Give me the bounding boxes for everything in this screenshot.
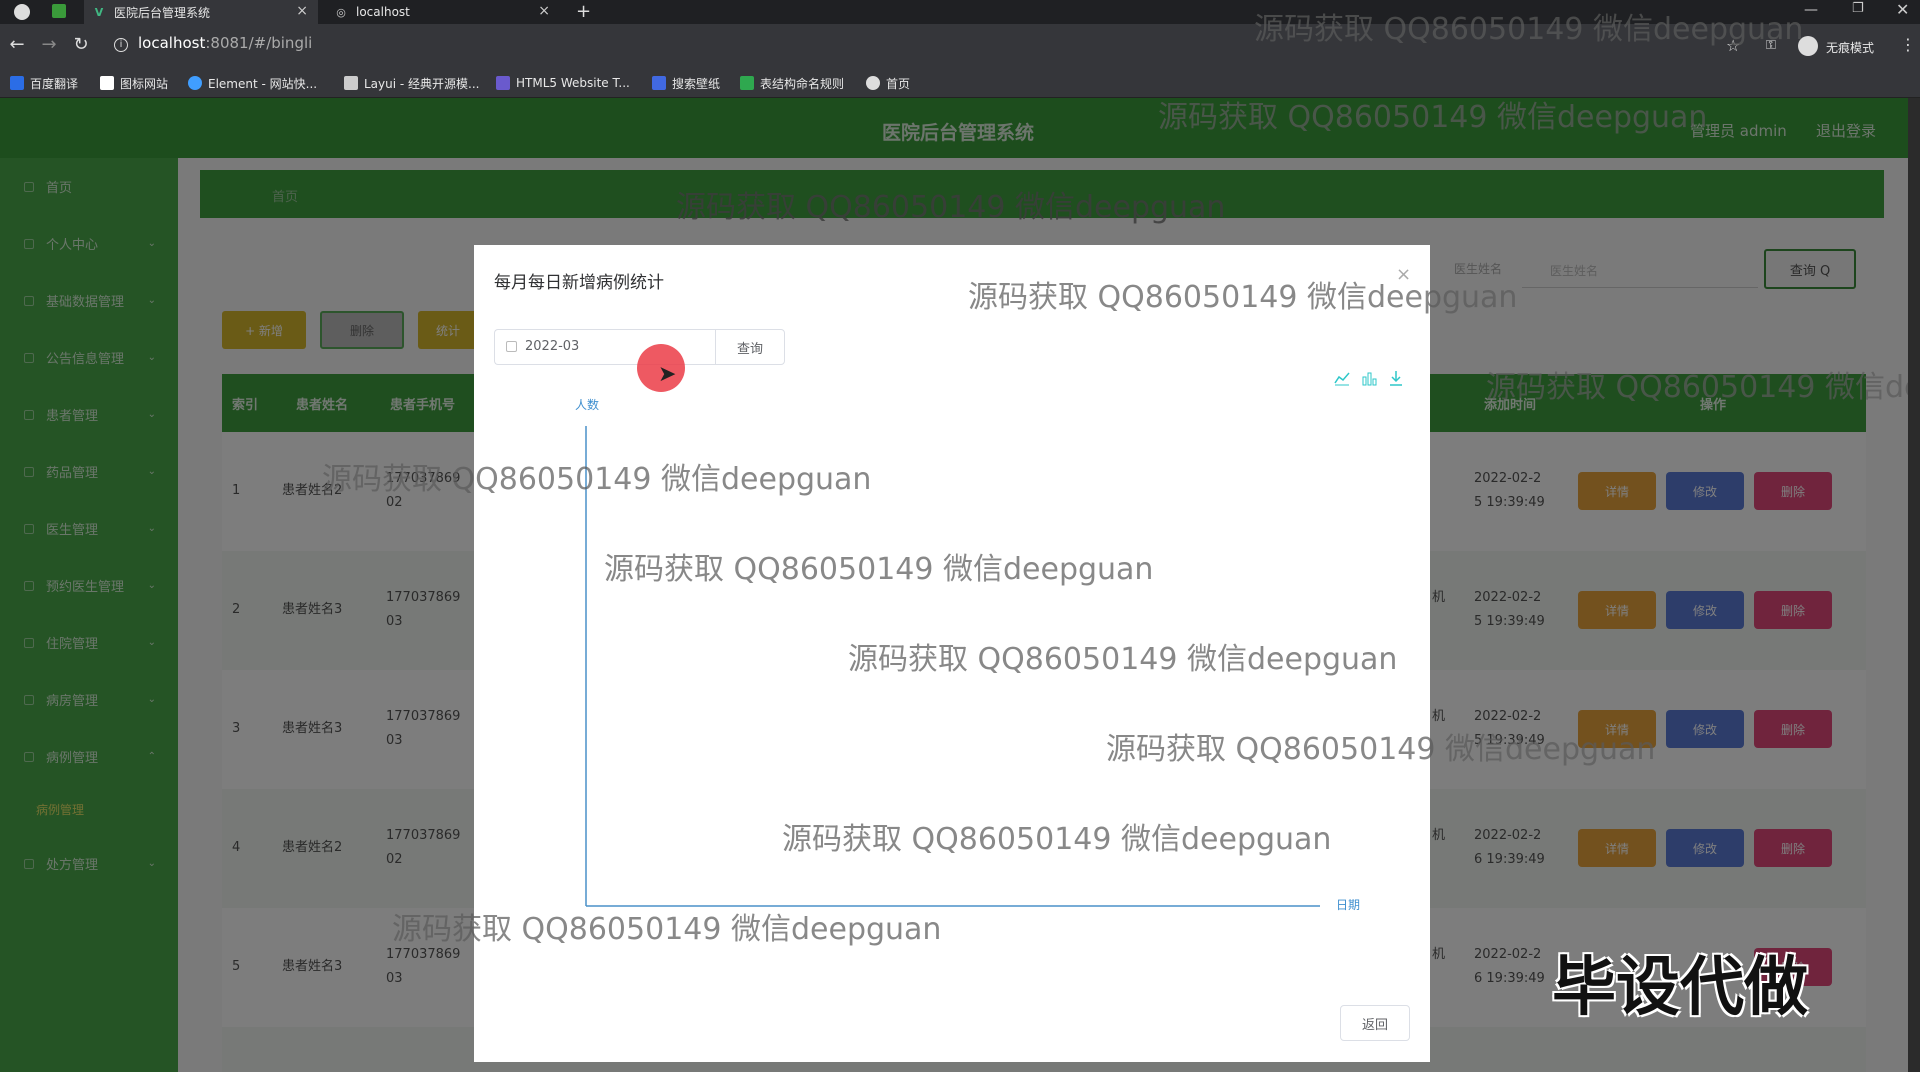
globe-icon	[866, 76, 880, 90]
element-icon	[188, 76, 202, 90]
line-chart-icon[interactable]	[1334, 370, 1350, 386]
watermark-text: 源码获取 QQ86050149 微信deepguan	[1106, 732, 1656, 767]
bookmark-label: 搜索壁纸	[672, 76, 721, 91]
url-path: :8081/#/bingli	[205, 34, 313, 52]
sheet-icon	[740, 76, 754, 90]
query-button[interactable]: 查询	[715, 329, 785, 365]
info-icon[interactable]: i	[114, 38, 128, 52]
bar-chart-icon[interactable]	[1361, 370, 1377, 386]
download-icon[interactable]	[1388, 370, 1404, 386]
vue-icon: V	[94, 5, 104, 19]
calendar-icon	[506, 341, 517, 352]
bookmark-icon	[10, 76, 24, 90]
bookmark-element[interactable]: Element - 网站快...	[188, 71, 317, 95]
browser-menu-icon[interactable]	[14, 4, 30, 20]
bookmark-icon-site[interactable]: 图标网站	[100, 71, 168, 95]
reload-icon[interactable]: ↻	[70, 34, 92, 55]
bookmark-label: 表结构命名规则	[760, 76, 845, 91]
window-close-icon[interactable]: ✕	[1896, 0, 1909, 19]
globe-icon: ◎	[336, 5, 346, 19]
back-arrow-icon[interactable]: ←	[6, 34, 28, 55]
bookmark-baidu-translate[interactable]: 百度翻译	[10, 71, 78, 95]
watermark-text: 源码获取 QQ86050149 微信deepguan	[322, 462, 872, 497]
url-field[interactable]: localhost:8081/#/bingli	[138, 34, 312, 52]
watermark-text: 源码获取 QQ86050149 微信deepguan	[392, 912, 942, 947]
bookmark-html5[interactable]: HTML5 Website T...	[496, 71, 630, 95]
close-icon[interactable]: ×	[296, 3, 308, 19]
stamp-text: 毕设代做	[1552, 951, 1808, 1025]
new-tab-button[interactable]: +	[576, 1, 591, 22]
page-scrollbar[interactable]	[1908, 98, 1920, 1072]
back-button[interactable]: 返回	[1340, 1005, 1410, 1041]
bookmark-layui[interactable]: Layui - 经典开源模...	[344, 71, 479, 95]
watermark-text: 源码获取 QQ86050149 微信deepguan	[604, 552, 1154, 587]
kebab-menu-icon[interactable]: ⋮	[1900, 35, 1916, 54]
app-favicon-icon[interactable]	[52, 4, 66, 18]
flag-icon	[100, 76, 114, 90]
bookmark-label: Layui - 经典开源模...	[364, 76, 480, 91]
layui-icon	[344, 76, 358, 90]
cursor-pointer-icon: ➤	[658, 362, 677, 387]
html5-icon	[496, 76, 510, 90]
chart-x-axis-label: 日期	[1336, 898, 1361, 912]
tab-hospital-admin[interactable]: V 医院后台管理系统 ×	[84, 0, 318, 24]
dialog-title: 每月每日新增病例统计	[494, 273, 664, 293]
bookmark-label: 首页	[886, 76, 911, 91]
window-minimize-icon[interactable]: —	[1804, 2, 1818, 18]
watermark-text: 源码获取 QQ86050149 微信deepguan	[1254, 12, 1804, 47]
watermark-text: 源码获取 QQ86050149 微信deepguan	[676, 190, 1226, 225]
wallpaper-icon	[652, 76, 666, 90]
watermark-text: 源码获取 QQ86050149 微信deepguan	[968, 280, 1518, 315]
close-icon[interactable]: ×	[538, 3, 550, 19]
url-host: localhost	[138, 34, 206, 52]
bookmark-label: Element - 网站快...	[208, 76, 318, 91]
bookmark-table-naming[interactable]: 表结构命名规则	[740, 71, 844, 95]
tab-label: localhost	[356, 5, 410, 19]
tab-label: 医院后台管理系统	[114, 5, 211, 20]
bookmark-home[interactable]: 首页	[866, 71, 910, 95]
bookmark-label: 百度翻译	[30, 76, 79, 91]
forward-arrow-icon[interactable]: →	[38, 34, 60, 55]
watermark-text: 源码获取 QQ86050149 微信deepguan	[782, 822, 1332, 857]
watermark-text: 源码获取 QQ86050149 微信deepguan	[1158, 100, 1708, 135]
bookmark-label: 图标网站	[120, 76, 169, 91]
watermark-text: 源码获取 QQ86050149 微信dee	[1486, 370, 1920, 405]
window-restore-icon[interactable]: ❐	[1852, 1, 1864, 16]
bookmark-label: HTML5 Website T...	[516, 76, 630, 90]
incognito-label[interactable]: 无痕模式	[1826, 39, 1874, 56]
watermark-text: 源码获取 QQ86050149 微信deepguan	[848, 642, 1398, 677]
tab-localhost[interactable]: ◎ localhost ×	[326, 0, 560, 24]
bookmark-wallpaper[interactable]: 搜索壁纸	[652, 71, 720, 95]
